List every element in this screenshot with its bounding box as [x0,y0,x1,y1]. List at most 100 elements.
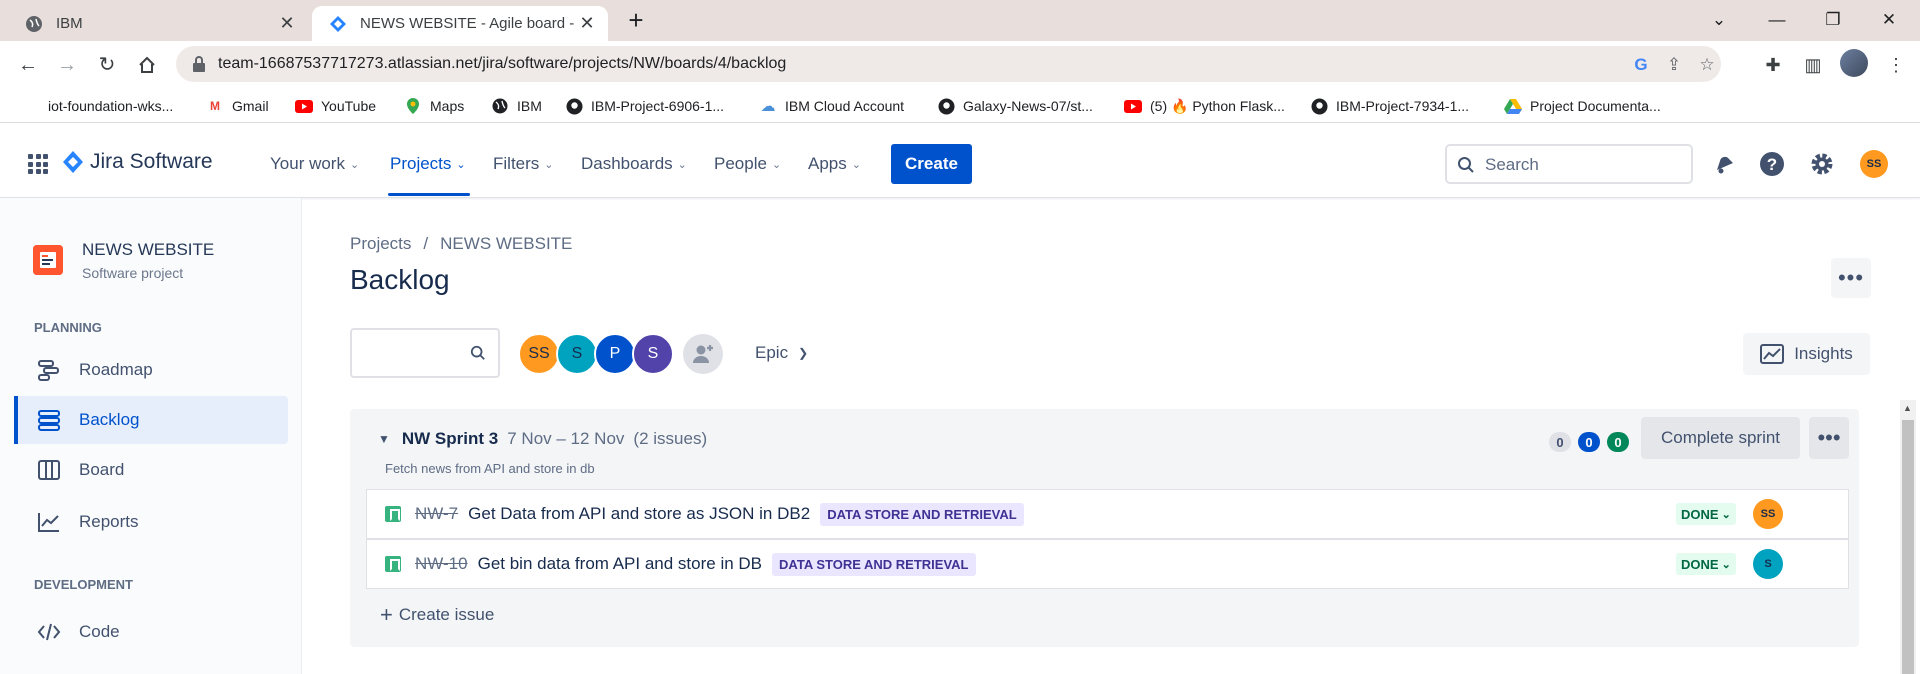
chevron-down-icon: ⌄ [677,158,687,171]
bookmark-item[interactable]: Maps [404,96,464,116]
help-icon[interactable]: ? [1758,150,1786,178]
sidebar-item-code[interactable]: Code [14,608,288,656]
epic-filter-dropdown[interactable]: Epic ❯ [755,343,808,363]
bookmark-item[interactable]: (5) 🔥 Python Flask... [1124,96,1285,116]
bookmark-item[interactable]: Project Documenta... [1504,96,1661,116]
project-name[interactable]: NEWS WEBSITE [82,240,214,260]
sidebar-item-roadmap[interactable]: Roadmap [14,346,288,394]
tab-search-chevron-icon[interactable]: ⌄ [1696,4,1742,36]
assignee-filter-avatar[interactable]: S [632,333,674,375]
status-dropdown[interactable]: DONE ⌄ [1676,503,1736,525]
sidebar-item-reports[interactable]: Reports [14,498,288,546]
sprint-header[interactable]: ▼ NW Sprint 3 7 Nov – 12 Nov (2 issues) [378,429,707,449]
browser-tab-ibm[interactable]: IBM ✕ [8,6,308,41]
bookmark-item[interactable]: M Gmail [206,96,269,116]
assignee-filter-avatar[interactable]: S [556,333,598,375]
google-translate-icon[interactable]: G [1631,55,1651,75]
breadcrumb-project[interactable]: NEWS WEBSITE [440,234,572,253]
nav-your-work[interactable]: Your work ⌄ [270,154,359,174]
github-icon [565,97,583,115]
bookmark-item[interactable]: IBM [491,96,542,116]
nav-people[interactable]: People ⌄ [714,154,781,174]
assignee-avatar[interactable]: SS [1753,499,1783,529]
backlog-search-input[interactable] [350,328,500,378]
nav-projects[interactable]: Projects ⌄ [390,154,466,174]
youtube-icon [1124,97,1142,115]
jira-top-nav: Jira Software Your work ⌄ Projects ⌄ Filte… [0,130,1920,198]
extensions-puzzle-icon[interactable]: ✚ [1759,51,1787,79]
assignee-avatar[interactable]: S [1753,549,1783,579]
lock-icon[interactable] [192,56,208,72]
scrollbar-thumb[interactable] [1902,420,1914,674]
close-tab-icon[interactable]: ✕ [274,13,300,34]
profile-avatar[interactable] [1840,49,1868,77]
close-window-button[interactable]: ✕ [1866,4,1912,36]
side-panel-icon[interactable]: ▥ [1799,51,1827,79]
project-avatar-icon[interactable] [33,245,63,275]
bookmark-label: Maps [430,98,465,114]
bookmark-item[interactable]: IBM-Project-6906-1... [565,96,724,116]
home-icon[interactable] [133,51,161,79]
sprint-container: ▼ NW Sprint 3 7 Nov – 12 Nov (2 issues) … [350,409,1859,647]
nav-dashboards[interactable]: Dashboards ⌄ [581,154,687,174]
issue-row[interactable]: NW-10 Get bin data from API and store in… [366,539,1849,589]
create-button[interactable]: Create [891,144,972,184]
reload-icon[interactable]: ↻ [93,51,121,79]
story-icon [385,556,401,572]
url-text[interactable]: team-16687537717273.atlassian.net/jira/s… [218,55,786,73]
bookmark-item[interactable]: Galaxy-News-07/st... [937,96,1093,116]
user-avatar[interactable]: SS [1860,150,1888,178]
settings-gear-icon[interactable] [1808,150,1836,178]
minimize-button[interactable]: — [1754,4,1800,36]
sidebar-item-label: Code [79,622,120,641]
sprint-more-actions-button[interactable]: ••• [1809,417,1849,459]
bookmark-item[interactable]: IBM-Project-7934-1... [1310,96,1469,116]
bookmark-star-icon[interactable]: ☆ [1697,55,1717,75]
epic-lozenge[interactable]: DATA STORE AND RETRIEVAL [820,502,1024,526]
code-icon [35,620,63,644]
page-more-actions-button[interactable]: ••• [1831,258,1871,298]
restore-button[interactable]: ❐ [1810,4,1856,36]
new-tab-button[interactable]: + [622,6,650,36]
issue-key[interactable]: NW-7 [415,504,458,524]
notifications-icon[interactable] [1710,150,1738,178]
bookmark-label: Gmail [232,98,269,114]
create-issue-button[interactable]: + Create issue [380,602,494,628]
app-switcher-grid-icon[interactable] [28,154,48,174]
nav-filters[interactable]: Filters ⌄ [493,154,554,174]
complete-sprint-button[interactable]: Complete sprint [1641,417,1800,459]
nav-apps[interactable]: Apps ⌄ [808,154,861,174]
issue-summary[interactable]: Get bin data from API and store in DB [478,554,762,574]
breadcrumb-projects[interactable]: Projects [350,234,411,253]
insights-button[interactable]: Insights [1743,333,1870,375]
search-input[interactable]: Search [1445,144,1693,184]
bookmark-item[interactable]: YouTube [295,96,376,116]
search-placeholder: Search [1485,155,1539,174]
chrome-menu-icon[interactable]: ⋮ [1882,51,1910,79]
sidebar-item-label: Reports [79,512,139,531]
close-tab-icon[interactable]: ✕ [574,13,600,34]
sidebar-item-board[interactable]: Board [14,446,288,494]
forward-arrow-icon[interactable]: → [53,51,81,79]
chevron-down-icon[interactable]: ▼ [378,432,390,446]
assignee-filter-avatar[interactable]: P [594,333,636,375]
epic-lozenge[interactable]: DATA STORE AND RETRIEVAL [772,552,976,576]
nav-label: Projects [390,154,452,173]
main-scrollbar[interactable]: ▲ [1900,400,1916,674]
board-icon [35,458,63,482]
status-dropdown[interactable]: DONE ⌄ [1676,553,1736,575]
sidebar-item-backlog[interactable]: Backlog [14,396,288,444]
back-arrow-icon[interactable]: ← [14,51,42,79]
jira-logo[interactable]: Jira Software [62,150,213,174]
bookmark-item[interactable]: ☁ IBM Cloud Account [759,96,905,116]
bookmark-item[interactable]: iot-foundation-wks... [22,96,173,116]
address-bar[interactable]: team-16687537717273.atlassian.net/jira/s… [176,46,1721,82]
issue-key[interactable]: NW-10 [415,554,468,574]
assignee-filter-avatar[interactable]: SS [518,333,560,375]
issue-summary[interactable]: Get Data from API and store as JSON in D… [468,504,810,524]
add-people-icon[interactable] [683,334,723,374]
issue-row[interactable]: NW-7 Get Data from API and store as JSON… [366,489,1849,539]
browser-tab-jira[interactable]: NEWS WEBSITE - Agile board - Ji ✕ [312,6,608,41]
share-icon[interactable]: ⇪ [1664,55,1684,75]
scroll-up-arrow-icon[interactable]: ▲ [1903,403,1912,413]
